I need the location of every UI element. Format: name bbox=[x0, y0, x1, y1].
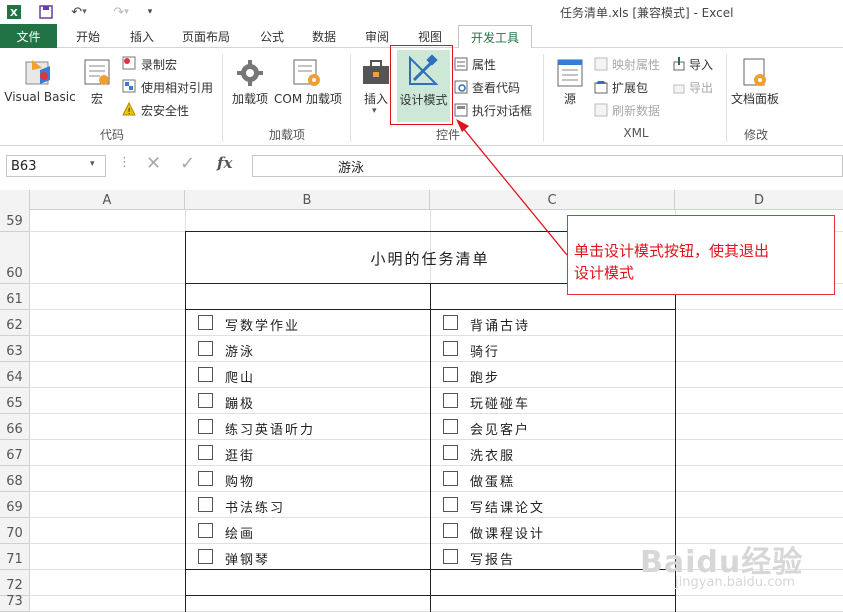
annotation-arrow bbox=[456, 119, 568, 256]
watermark-url: jingyan.baidu.com bbox=[675, 575, 795, 590]
